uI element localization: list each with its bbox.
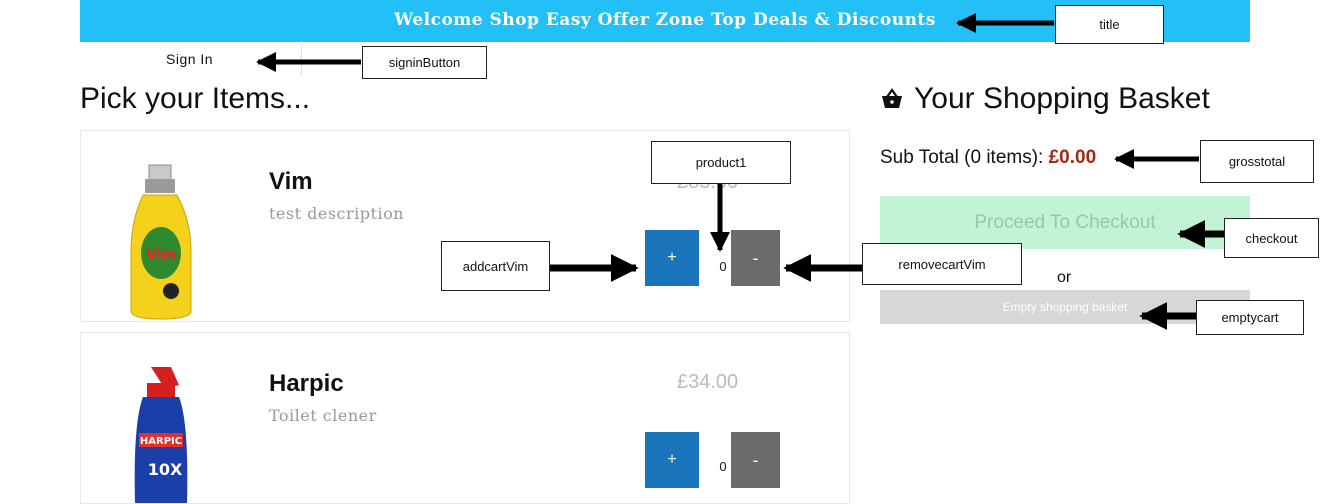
annotation-checkout: checkout	[1224, 218, 1319, 258]
annotation-removecart: removecartVim	[862, 243, 1022, 285]
annotation-signin: signinButton	[362, 46, 487, 79]
annotation-title: title	[1055, 5, 1164, 44]
annotation-grosstotal: grosstotal	[1200, 140, 1314, 183]
annotation-addcart: addcartVim	[441, 241, 550, 291]
annotation-emptycart: emptycart	[1196, 300, 1304, 335]
annotation-product1: product1	[651, 141, 791, 184]
annotation-arrows	[256, 13, 1224, 330]
